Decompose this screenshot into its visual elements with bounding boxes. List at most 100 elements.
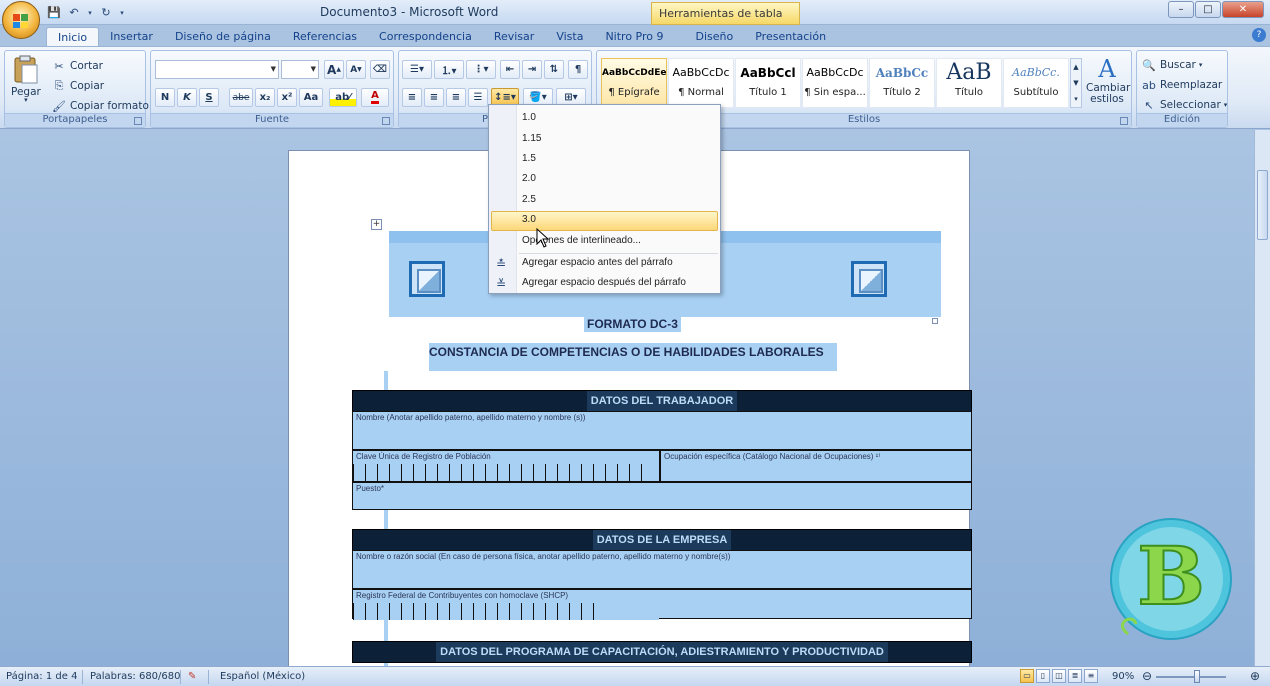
decrease-indent-button[interactable]: ⇤	[500, 60, 520, 79]
clipboard-launcher-icon[interactable]	[134, 117, 142, 125]
scrollbar-thumb[interactable]	[1257, 170, 1268, 240]
zoom-out-icon[interactable]: ⊖	[1142, 669, 1152, 683]
font-launcher-icon[interactable]	[382, 117, 390, 125]
tab-referencias[interactable]: Referencias	[282, 27, 368, 47]
replace-button[interactable]: ab Reemplazar	[1141, 77, 1222, 93]
save-icon[interactable]: 💾	[46, 5, 62, 21]
italic-button[interactable]: K	[177, 88, 197, 107]
outline-view-icon[interactable]: ≣	[1068, 669, 1082, 683]
vertical-scrollbar[interactable]	[1254, 130, 1270, 666]
image-placeholder-icon[interactable]	[409, 261, 445, 297]
draft-view-icon[interactable]: ≡	[1084, 669, 1098, 683]
office-button[interactable]	[2, 1, 40, 39]
zoom-slider[interactable]	[1156, 676, 1226, 678]
tab-diseno[interactable]: Diseño	[685, 27, 745, 47]
underline-button[interactable]: S	[199, 88, 219, 107]
style-subtitulo[interactable]: AaBbCc. Subtítulo	[1003, 58, 1069, 108]
field-razon-social[interactable]: Nombre o razón social (En caso de person…	[352, 550, 972, 589]
show-marks-button[interactable]: ¶	[568, 60, 588, 79]
bold-button[interactable]: N	[155, 88, 175, 107]
highlight-button[interactable]: ab⁄	[329, 88, 357, 107]
style-titulo-1[interactable]: AaBbCcl Título 1	[735, 58, 801, 108]
tab-diseno-pagina[interactable]: Diseño de página	[164, 27, 282, 47]
justify-button[interactable]: ☰	[468, 88, 488, 107]
tab-revisar[interactable]: Revisar	[483, 27, 545, 47]
zoom-in-icon[interactable]: ⊕	[1250, 669, 1260, 683]
undo-dropdown-icon[interactable]: ▾	[86, 5, 94, 21]
full-screen-reading-view-icon[interactable]: ▯	[1036, 669, 1050, 683]
font-name-dropdown-icon[interactable]: ▼	[271, 65, 276, 73]
word-count[interactable]: Palabras: 680/680	[90, 671, 181, 682]
styles-scroll[interactable]: ▲ ▼ ▾	[1070, 58, 1082, 108]
increase-indent-button[interactable]: ⇥	[522, 60, 542, 79]
change-styles-button[interactable]: A Cambiar estilos	[1086, 55, 1130, 105]
page-count[interactable]: Página: 1 de 4	[6, 671, 77, 682]
select-button[interactable]: ↖ Seleccionar ▾	[1141, 97, 1227, 113]
multilevel-list-button[interactable]: ⋮▾	[466, 60, 496, 79]
tab-insertar[interactable]: Insertar	[99, 27, 164, 47]
curp-boxes[interactable]	[353, 464, 659, 481]
font-size-dropdown-icon[interactable]: ▼	[311, 65, 316, 73]
clear-format-button[interactable]: ⌫	[370, 60, 390, 79]
superscript-button[interactable]: x²	[277, 88, 297, 107]
shrink-font-button[interactable]: A ▼	[346, 60, 366, 79]
line-spacing-option-2-5[interactable]: 2.5	[522, 194, 536, 205]
font-name-combo[interactable]: ▼	[155, 60, 279, 79]
paste-button[interactable]: Pegar ▾	[11, 55, 41, 104]
bullets-button[interactable]: ☰▾	[402, 60, 432, 79]
language-indicator[interactable]: Español (México)	[220, 671, 305, 682]
tab-nitro[interactable]: Nitro Pro 9	[594, 27, 674, 47]
strikethrough-button[interactable]: abe	[229, 88, 253, 107]
styles-launcher-icon[interactable]	[1120, 117, 1128, 125]
format-painter-button[interactable]: 🖌 Copiar formato	[51, 98, 149, 114]
find-button[interactable]: 🔍 Buscar ▾	[1141, 57, 1202, 73]
style-epigrafe[interactable]: AaBbCcDdEe ¶ Epígrafe	[601, 58, 667, 108]
subscript-button[interactable]: x₂	[255, 88, 275, 107]
minimize-button[interactable]: –	[1168, 1, 1194, 18]
font-color-button[interactable]: A	[361, 88, 389, 107]
rfc-boxes[interactable]	[353, 603, 659, 620]
line-spacing-option-2-0[interactable]: 2.0	[522, 173, 536, 184]
align-center-button[interactable]: ≡	[424, 88, 444, 107]
line-spacing-option-3-0[interactable]: 3.0	[522, 214, 536, 225]
image-placeholder-icon[interactable]	[851, 261, 887, 297]
table-move-handle-icon[interactable]: +	[371, 219, 382, 230]
add-space-after-item[interactable]: Agregar espacio después del párrafo	[522, 277, 686, 288]
zoom-slider-thumb[interactable]	[1194, 670, 1200, 683]
style-normal[interactable]: AaBbCcDc ¶ Normal	[668, 58, 734, 108]
redo-icon[interactable]: ↻	[98, 5, 114, 21]
cut-button[interactable]: ✂ Cortar	[51, 58, 103, 74]
field-ocupacion[interactable]: Ocupación específica (Catálogo Nacional …	[660, 450, 972, 482]
align-right-button[interactable]: ≡	[446, 88, 466, 107]
proofing-icon[interactable]: ✎	[188, 671, 196, 682]
line-spacing-option-1-5[interactable]: 1.5	[522, 153, 536, 164]
style-sin-espaciado[interactable]: AaBbCcDc ¶ Sin espa...	[802, 58, 868, 108]
print-layout-view-icon[interactable]: ▭	[1020, 669, 1034, 683]
line-spacing-option-1-15[interactable]: 1.15	[522, 133, 541, 144]
sort-button[interactable]: ⇅	[544, 60, 564, 79]
tab-correspondencia[interactable]: Correspondencia	[368, 27, 483, 47]
add-space-before-item[interactable]: Agregar espacio antes del párrafo	[522, 257, 673, 268]
field-puesto[interactable]: Puesto*	[352, 482, 972, 510]
style-titulo[interactable]: AaB Título	[936, 58, 1002, 108]
web-layout-view-icon[interactable]: ◫	[1052, 669, 1066, 683]
grow-font-button[interactable]: A ▲	[324, 60, 344, 79]
tab-inicio[interactable]: Inicio	[46, 27, 100, 47]
line-spacing-option-1-0[interactable]: 1.0	[522, 112, 536, 123]
tab-vista[interactable]: Vista	[545, 27, 594, 47]
style-titulo-2[interactable]: AaBbCc Título 2	[869, 58, 935, 108]
customize-qat-icon[interactable]: ▾	[118, 5, 126, 21]
table-resize-handle[interactable]	[932, 318, 938, 324]
close-button[interactable]: ✕	[1222, 1, 1264, 18]
field-nombre[interactable]: Nombre (Anotar apellido paterno, apellid…	[352, 411, 972, 450]
undo-icon[interactable]: ↶	[66, 5, 82, 21]
copy-button[interactable]: ⎘ Copiar	[51, 78, 105, 94]
font-size-combo[interactable]: ▼	[281, 60, 319, 79]
numbering-button[interactable]: ⒈▾	[434, 60, 464, 79]
maximize-button[interactable]: □	[1195, 1, 1221, 18]
change-case-button[interactable]: Aa	[299, 88, 323, 107]
tab-presentacion[interactable]: Presentación	[744, 27, 837, 47]
help-icon[interactable]: ?	[1252, 28, 1266, 42]
zoom-level[interactable]: 90%	[1112, 671, 1134, 682]
align-left-button[interactable]: ≡	[402, 88, 422, 107]
